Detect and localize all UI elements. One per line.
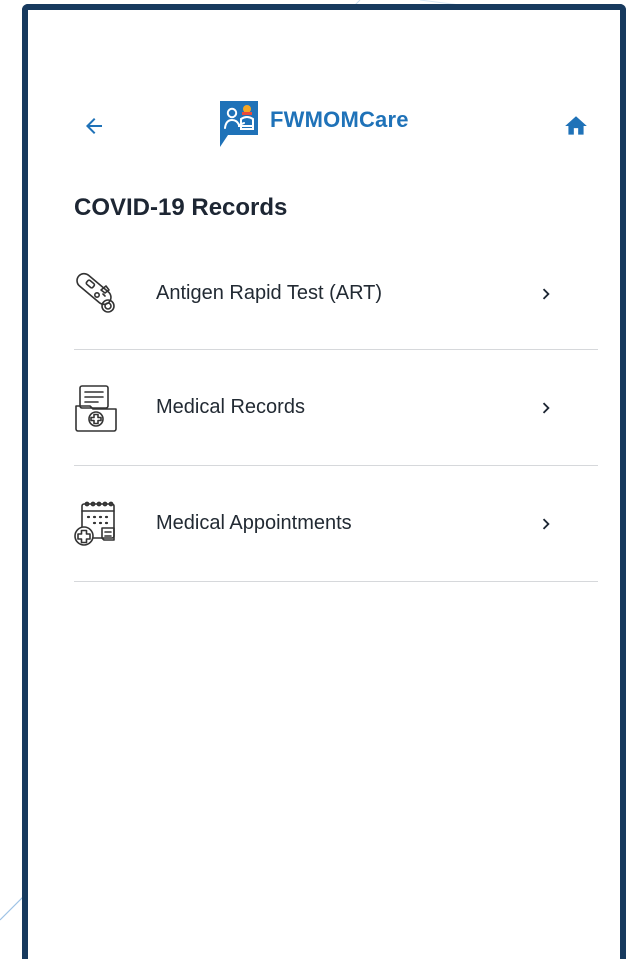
app-window: FWMOMCare COVID-19 Records Antigen Rapid…	[22, 4, 626, 959]
home-button[interactable]	[558, 108, 594, 144]
menu-item-medical-records[interactable]: Medical Records	[74, 350, 598, 466]
chevron-right-icon	[534, 282, 558, 306]
menu-item-medical-appointments[interactable]: Medical Appointments	[74, 466, 598, 582]
records-menu: Antigen Rapid Test (ART) Medical Records…	[74, 242, 598, 582]
chevron-right-icon	[534, 396, 558, 420]
app-header: FWMOMCare	[28, 10, 620, 160]
medical-records-icon	[70, 382, 122, 434]
back-button[interactable]	[76, 108, 112, 144]
antigen-test-kit-icon	[70, 268, 122, 320]
medical-appointment-calendar-icon	[70, 498, 122, 550]
page-title: COVID-19 Records	[74, 194, 288, 221]
menu-item-label: Medical Appointments	[156, 512, 352, 534]
arrow-left-icon	[86, 118, 102, 134]
home-icon	[565, 116, 587, 135]
screen: FWMOMCare COVID-19 Records Antigen Rapid…	[0, 0, 638, 959]
chevron-right-icon	[534, 512, 558, 536]
fwmomcare-logo-icon	[220, 101, 258, 147]
menu-item-label: Antigen Rapid Test (ART)	[156, 282, 383, 304]
menu-item-label: Medical Records	[156, 396, 305, 418]
brand-name: FWMOMCare	[270, 107, 409, 132]
menu-item-antigen-rapid-test[interactable]: Antigen Rapid Test (ART)	[74, 238, 598, 350]
brand: FWMOMCare	[218, 96, 409, 154]
